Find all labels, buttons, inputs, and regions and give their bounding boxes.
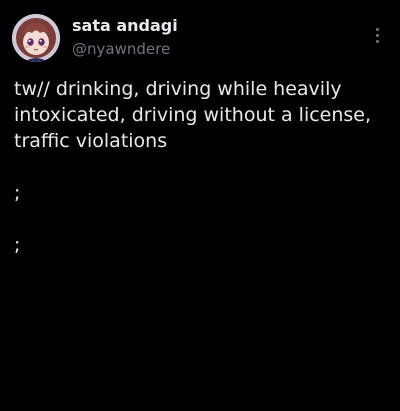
- post-text-extra-line: ;: [14, 234, 21, 256]
- post-text: tw// drinking, driving while heavily int…: [14, 76, 384, 154]
- more-vertical-icon: [375, 27, 379, 43]
- user-handle[interactable]: @nyawndere: [72, 39, 170, 59]
- more-options-button[interactable]: [364, 22, 390, 48]
- post-card: sata andagi @nyawndere tw// drinking, dr…: [0, 0, 400, 411]
- display-name[interactable]: sata andagi: [72, 16, 178, 36]
- anime-avatar-icon: [12, 14, 60, 62]
- avatar[interactable]: [12, 14, 60, 62]
- post-text-line: intoxicated, driving without a license,: [14, 104, 372, 126]
- post-text-extra-line: ;: [14, 182, 21, 204]
- post-text-line: tw// drinking, driving while heavily: [14, 78, 342, 100]
- post-text-line: traffic violations: [14, 130, 168, 152]
